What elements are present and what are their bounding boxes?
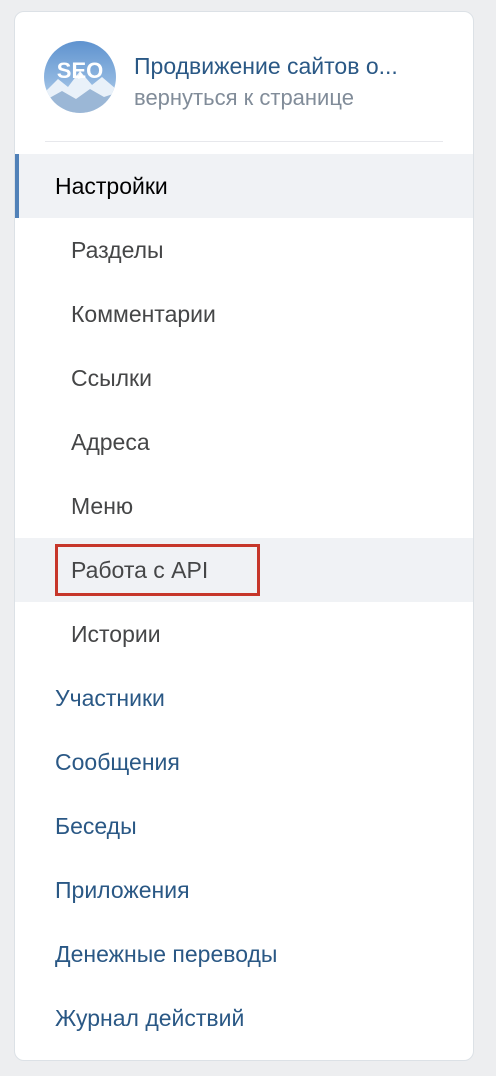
menu-item-sections[interactable]: Разделы — [15, 218, 473, 282]
menu-item-money-transfers[interactable]: Денежные переводы — [15, 922, 473, 986]
management-menu: Настройки Разделы Комментарии Ссылки Адр… — [15, 154, 473, 1050]
header-divider — [45, 141, 443, 142]
community-avatar[interactable]: SEO — [44, 41, 116, 113]
menu-item-links[interactable]: Ссылки — [15, 346, 473, 410]
menu-item-messages[interactable]: Сообщения — [15, 730, 473, 794]
back-to-page-link[interactable]: вернуться к странице — [134, 84, 354, 112]
menu-item-action-log[interactable]: Журнал действий — [15, 986, 473, 1050]
menu-item-api[interactable]: Работа с API — [15, 538, 473, 602]
menu-item-settings[interactable]: Настройки — [15, 154, 473, 218]
menu-item-menu[interactable]: Меню — [15, 474, 473, 538]
menu-item-stories[interactable]: Истории — [15, 602, 473, 666]
menu-item-api-label: Работа с API — [71, 557, 209, 583]
community-header: SEO Продвижение сайтов о... вернуться к … — [15, 12, 473, 142]
menu-item-members[interactable]: Участники — [15, 666, 473, 730]
menu-item-addresses[interactable]: Адреса — [15, 410, 473, 474]
menu-item-comments[interactable]: Комментарии — [15, 282, 473, 346]
avatar-image: SEO — [44, 41, 116, 113]
community-management-sidebar: SEO Продвижение сайтов о... вернуться к … — [14, 11, 474, 1061]
menu-item-chats[interactable]: Беседы — [15, 794, 473, 858]
avatar-text: SEO — [57, 58, 103, 83]
community-name-link[interactable]: Продвижение сайтов о... — [134, 52, 454, 80]
menu-item-apps[interactable]: Приложения — [15, 858, 473, 922]
